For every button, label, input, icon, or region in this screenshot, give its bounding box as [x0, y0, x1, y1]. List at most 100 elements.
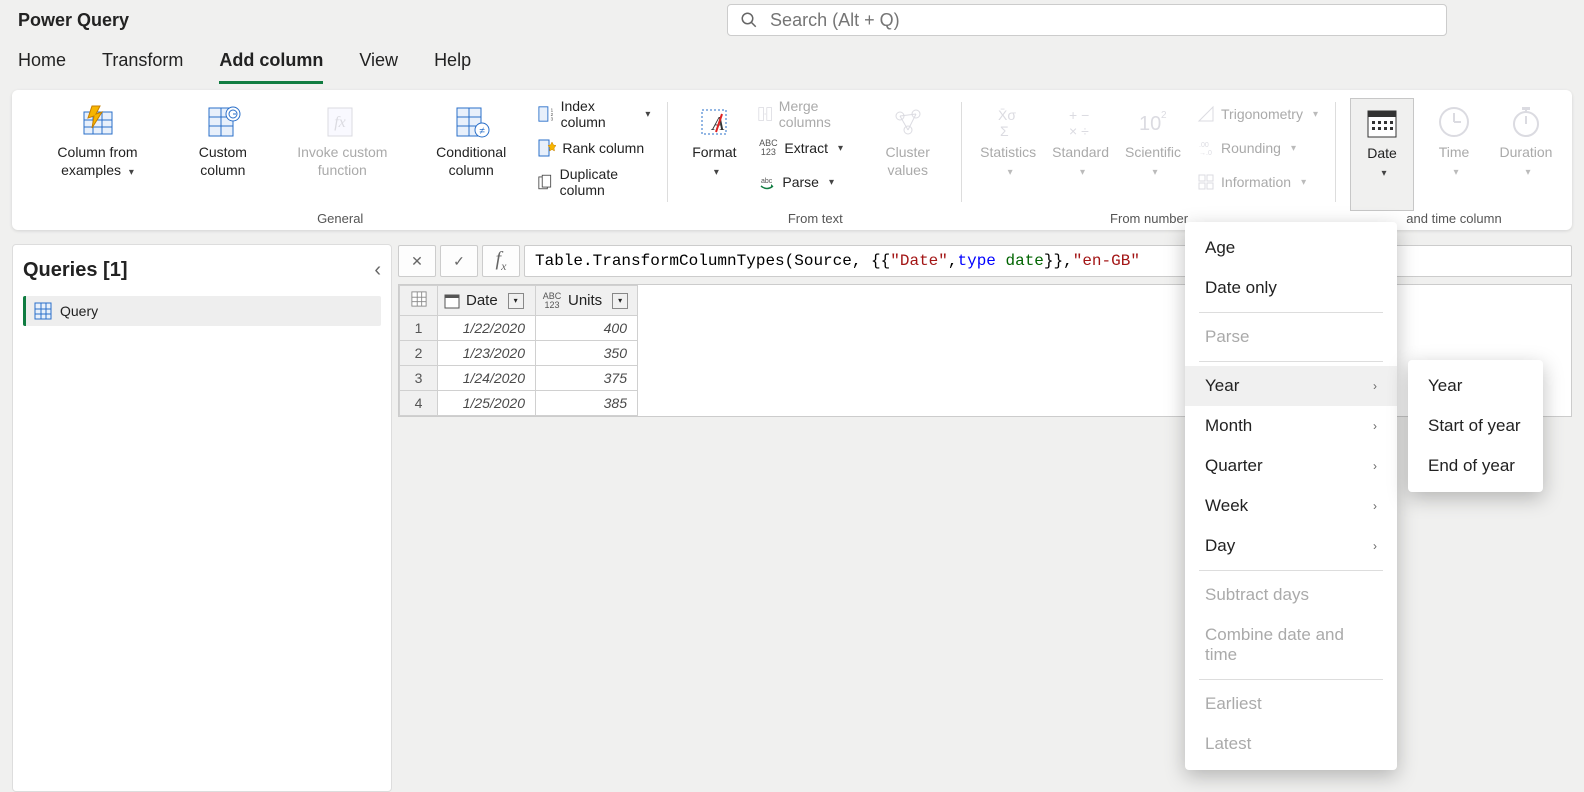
query-item[interactable]: Query — [23, 296, 381, 326]
duplicate-column-icon — [538, 173, 553, 191]
commit-formula-button[interactable]: ✓ — [440, 245, 478, 277]
date-button[interactable]: Date▾ — [1350, 98, 1414, 211]
chevron-down-icon: ▾ — [1381, 168, 1386, 179]
rounding-button: .00→.0 Rounding▾ — [1193, 134, 1322, 162]
queries-panel: Queries [1] ‹ Query — [12, 244, 392, 792]
chevron-down-icon: ▾ — [1291, 143, 1296, 154]
chevron-down-icon: ▾ — [829, 177, 834, 188]
chevron-down-icon: ▾ — [1080, 167, 1085, 178]
menu-item-subtract-days: Subtract days — [1185, 575, 1397, 615]
app-title: Power Query — [18, 10, 129, 31]
submenu-start-of-year[interactable]: Start of year — [1408, 406, 1584, 446]
index-column-icon: 123 — [538, 105, 554, 123]
chevron-right-icon: › — [1373, 379, 1377, 393]
column-header-units[interactable]: ABC123 Units ▾ — [536, 286, 638, 316]
svg-text:→.0: →.0 — [1199, 150, 1212, 157]
column-from-examples-button[interactable]: Column from examples ▾ — [26, 98, 169, 211]
menu-item-date-parse: Parse — [1185, 317, 1397, 357]
chevron-down-icon: ▾ — [838, 143, 843, 154]
select-all-corner[interactable] — [400, 286, 438, 316]
search-box[interactable] — [727, 4, 1447, 36]
search-input[interactable] — [770, 10, 1434, 31]
merge-columns-button: Merge columns — [754, 100, 859, 128]
tab-home[interactable]: Home — [18, 42, 66, 84]
table-row[interactable]: 11/22/2020400 — [400, 316, 638, 341]
info-icon — [1197, 173, 1215, 191]
abc123-icon: ABC123 — [542, 292, 562, 310]
rank-column-button[interactable]: Rank column — [534, 134, 654, 162]
chevron-down-icon: ▾ — [1453, 167, 1458, 178]
year-submenu: Year Start of year End of year — [1408, 360, 1543, 492]
calendar-icon — [1362, 103, 1402, 143]
fx-button[interactable]: fx — [482, 245, 520, 277]
menu-item-day[interactable]: Day› — [1185, 526, 1397, 566]
merge-columns-icon — [758, 105, 772, 123]
conditional-column-button[interactable]: ≠ Conditional column — [416, 98, 526, 211]
group-label-general: General — [26, 211, 654, 230]
svg-text:.00: .00 — [1199, 142, 1209, 149]
tab-transform[interactable]: Transform — [102, 42, 183, 84]
custom-column-button[interactable]: Custom column — [177, 98, 269, 211]
menu-item-quarter[interactable]: Quarter› — [1185, 446, 1397, 486]
svg-text:abc: abc — [761, 178, 773, 185]
table-row[interactable]: 31/24/2020375 — [400, 366, 638, 391]
table-row[interactable]: 21/23/2020350 — [400, 341, 638, 366]
standard-button: + −× ÷ Standard▾ — [1048, 98, 1113, 211]
information-button: Information▾ — [1193, 168, 1322, 196]
cluster-values-icon — [888, 102, 928, 142]
chevron-down-icon: ▾ — [1525, 167, 1530, 178]
trig-icon — [1197, 105, 1215, 123]
tab-help[interactable]: Help — [434, 42, 471, 84]
tab-add-column[interactable]: Add column — [219, 42, 323, 84]
date-dropdown-menu: Age Date only Parse Year› Month› Quarter… — [1185, 222, 1397, 770]
menu-item-week[interactable]: Week› — [1185, 486, 1397, 526]
menu-item-age[interactable]: Age — [1185, 228, 1397, 268]
chevron-right-icon: › — [1373, 499, 1377, 513]
duplicate-column-button[interactable]: Duplicate column — [534, 168, 654, 196]
cancel-formula-button[interactable]: ✕ — [398, 245, 436, 277]
chevron-down-icon: ▾ — [1301, 177, 1306, 188]
format-button[interactable]: A Format▾ — [682, 98, 746, 211]
invoke-custom-function-button: fx Invoke custom function — [277, 98, 408, 211]
svg-text:fx: fx — [335, 114, 347, 131]
menu-item-date-only[interactable]: Date only — [1185, 268, 1397, 308]
chevron-right-icon: › — [1373, 459, 1377, 473]
index-column-button[interactable]: 123 Index column▾ — [534, 100, 654, 128]
chevron-down-icon: ▾ — [714, 167, 719, 178]
filter-icon[interactable]: ▾ — [508, 293, 524, 309]
chevron-down-icon: ▾ — [1313, 109, 1318, 120]
submenu-end-of-year[interactable]: End of year — [1408, 446, 1584, 486]
calendar-small-icon — [444, 293, 460, 309]
conditional-column-icon: ≠ — [451, 102, 491, 142]
chevron-down-icon: ▾ — [129, 167, 134, 178]
rank-column-icon — [538, 139, 556, 157]
search-icon — [740, 11, 758, 29]
chevron-down-icon: ▾ — [645, 109, 650, 120]
svg-text:≠: ≠ — [479, 126, 485, 137]
column-header-date[interactable]: Date ▾ — [438, 286, 536, 316]
collapse-queries-icon[interactable]: ‹ — [374, 259, 381, 282]
standard-icon: + −× ÷ — [1061, 102, 1101, 142]
menu-item-earliest: Earliest — [1185, 684, 1397, 724]
table-row[interactable]: 41/25/2020385 — [400, 391, 638, 416]
svg-text:10: 10 — [1139, 113, 1161, 135]
menu-item-year[interactable]: Year› — [1185, 366, 1397, 406]
svg-text:3: 3 — [551, 116, 554, 121]
svg-text:2: 2 — [1161, 110, 1167, 121]
tabs: Home Transform Add column View Help — [0, 40, 1584, 84]
submenu-year[interactable]: Year — [1408, 366, 1584, 406]
menu-item-combine: Combine date and time — [1185, 615, 1397, 675]
formula-input[interactable]: Table.TransformColumnTypes(Source, {{"Da… — [524, 245, 1572, 277]
chevron-right-icon: › — [1373, 419, 1377, 433]
parse-button[interactable]: abc Parse▾ — [754, 168, 859, 196]
cluster-values-button: Cluster values — [867, 98, 948, 211]
menu-item-month[interactable]: Month› — [1185, 406, 1397, 446]
invoke-fn-icon: fx — [322, 102, 362, 142]
tab-view[interactable]: View — [359, 42, 398, 84]
filter-icon[interactable]: ▾ — [612, 293, 628, 309]
extract-button[interactable]: ABC123 Extract▾ — [754, 134, 859, 162]
menu-item-latest: Latest — [1185, 724, 1397, 764]
chevron-down-icon: ▾ — [1152, 167, 1157, 178]
ribbon: Column from examples ▾ Custom column fx … — [12, 90, 1572, 230]
svg-text:× ÷: × ÷ — [1069, 123, 1089, 139]
